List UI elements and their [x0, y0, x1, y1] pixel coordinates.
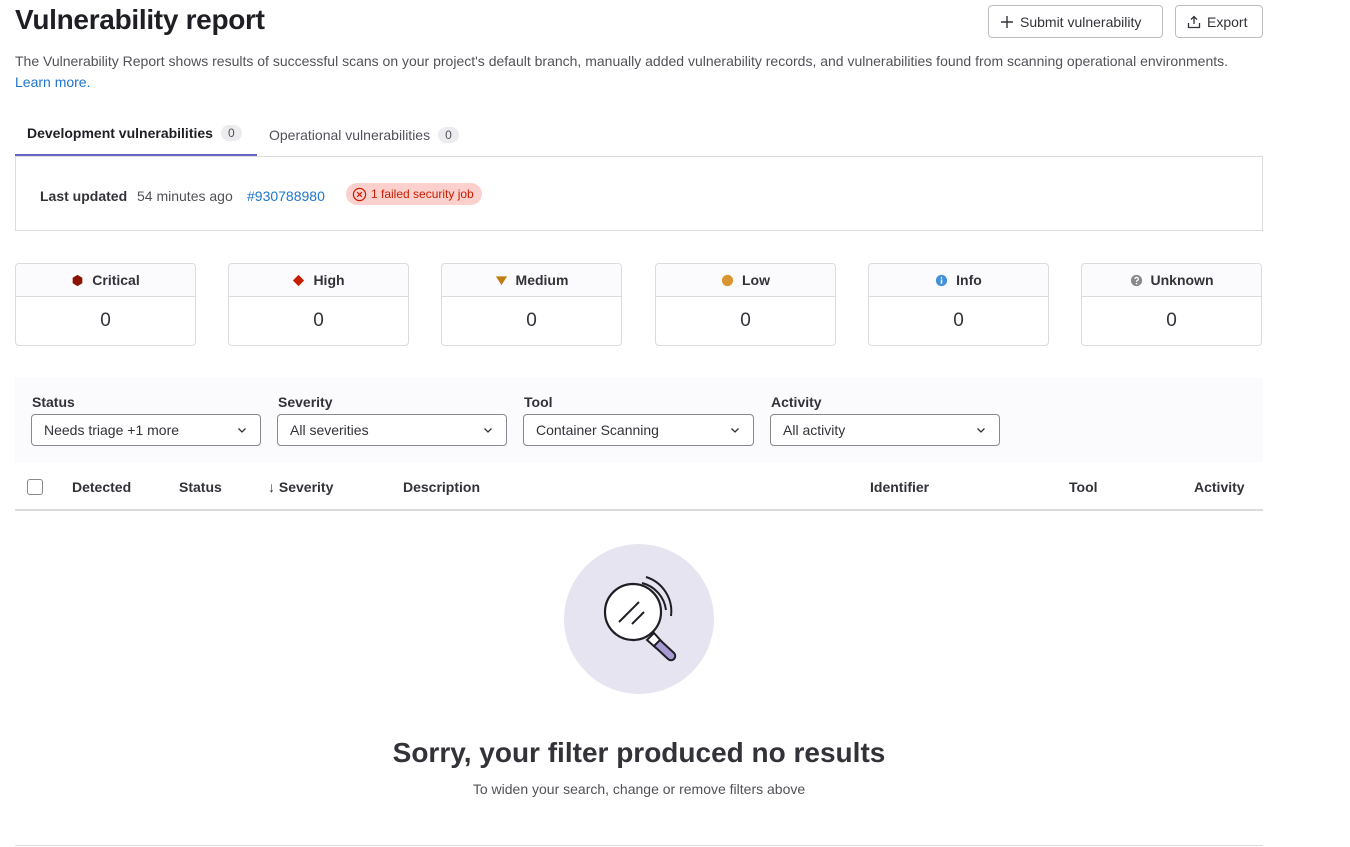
severity-label: Low	[742, 272, 770, 288]
column-severity[interactable]: ↓ Severity	[268, 479, 333, 495]
tab-count-badge: 0	[438, 126, 459, 143]
severity-label: Info	[956, 272, 982, 288]
column-tool[interactable]: Tool	[1069, 479, 1098, 495]
severity-count: 0	[1166, 310, 1177, 331]
column-description[interactable]: Description	[403, 479, 480, 495]
filter-value: Container Scanning	[536, 422, 659, 438]
pipeline-link[interactable]: #930788980	[247, 188, 325, 204]
filter-label: Activity	[771, 394, 822, 410]
severity-low-icon	[721, 274, 734, 286]
select-all-checkbox[interactable]	[27, 479, 43, 495]
severity-count: 0	[100, 310, 111, 331]
filter-value: All severities	[290, 422, 369, 438]
severity-high-icon	[293, 274, 305, 286]
column-activity[interactable]: Activity	[1194, 479, 1245, 495]
activity-filter-dropdown[interactable]: All activity	[770, 414, 1000, 446]
severity-count: 0	[740, 310, 751, 331]
page-title: Vulnerability report	[15, 4, 265, 35]
filter-activity: Activity All activity	[770, 394, 1000, 446]
learn-more-link[interactable]: Learn more.	[15, 74, 90, 90]
severity-card-unknown: Unknown 0	[1081, 263, 1262, 346]
tab-operational-vulnerabilities[interactable]: Operational vulnerabilities 0	[257, 112, 471, 157]
filter-severity: Severity All severities	[277, 394, 507, 446]
divider	[15, 845, 1263, 846]
severity-label: High	[313, 272, 345, 288]
submit-vulnerability-button[interactable]: Submit vulnerability	[988, 5, 1163, 38]
severity-unknown-icon	[1130, 274, 1142, 286]
error-circle-icon	[352, 187, 367, 201]
chevron-down-icon	[484, 428, 492, 433]
chevron-down-icon	[238, 428, 246, 433]
submit-vulnerability-label: Submit vulnerability	[1020, 13, 1142, 30]
chevron-down-icon	[977, 428, 985, 433]
column-status[interactable]: Status	[179, 479, 222, 495]
column-identifier[interactable]: Identifier	[870, 479, 929, 495]
filter-bar: Status Needs triage +1 more Severity All…	[15, 378, 1263, 462]
severity-label: Medium	[515, 272, 569, 288]
filter-value: All activity	[783, 422, 846, 438]
chevron-down-icon	[731, 428, 739, 433]
severity-label: Unknown	[1150, 272, 1214, 288]
sort-arrow-icon: ↓	[268, 479, 275, 495]
filter-value: Needs triage +1 more	[44, 422, 180, 438]
export-icon	[1187, 15, 1201, 28]
export-label: Export	[1207, 13, 1248, 30]
tool-filter-dropdown[interactable]: Container Scanning	[523, 414, 754, 446]
severity-card-info: Info 0	[868, 263, 1049, 346]
column-detected[interactable]: Detected	[72, 479, 131, 495]
filter-tool: Tool Container Scanning	[523, 394, 754, 446]
severity-card-high: High 0	[228, 263, 409, 346]
column-severity-label: Severity	[278, 479, 334, 495]
vulnerability-tabs: Development vulnerabilities 0 Operationa…	[15, 112, 1263, 157]
failed-badge-label: 1 failed security job	[371, 187, 474, 201]
severity-filter-dropdown[interactable]: All severities	[277, 414, 507, 446]
severity-card-critical: Critical 0	[15, 263, 196, 346]
filter-label: Status	[32, 394, 75, 410]
tab-label: Operational vulnerabilities	[269, 126, 431, 143]
page-description: The Vulnerability Report shows results o…	[15, 51, 1255, 93]
last-updated-label: Last updated	[40, 188, 128, 204]
severity-info-icon	[936, 274, 948, 286]
description-text: The Vulnerability Report shows results o…	[15, 53, 1229, 69]
severity-medium-icon	[495, 275, 507, 285]
empty-state-title: Sorry, your filter produced no results	[392, 737, 886, 768]
vulnerability-table-header: Detected Status ↓ Severity Description I…	[15, 463, 1263, 511]
magnifying-glass-icon	[603, 576, 677, 662]
severity-label: Critical	[92, 272, 140, 288]
severity-card-medium: Medium 0	[441, 263, 622, 346]
severity-critical-icon	[72, 274, 83, 286]
export-button[interactable]: Export	[1175, 5, 1263, 38]
empty-state-subtitle: To widen your search, change or remove f…	[472, 781, 806, 797]
tab-count-badge: 0	[220, 125, 242, 141]
severity-count: 0	[953, 310, 964, 331]
status-filter-dropdown[interactable]: Needs triage +1 more	[31, 414, 261, 446]
last-updated-panel: Last updated 54 minutes ago #930788980 1…	[15, 157, 1263, 231]
failed-security-job-badge[interactable]: 1 failed security job	[346, 183, 482, 205]
filter-label: Tool	[524, 394, 553, 410]
filter-label: Severity	[278, 394, 333, 410]
filter-status: Status Needs triage +1 more	[31, 394, 261, 446]
severity-count: 0	[313, 310, 324, 331]
tab-development-vulnerabilities[interactable]: Development vulnerabilities 0	[15, 112, 257, 156]
last-updated-time: 54 minutes ago	[137, 188, 233, 204]
tab-label: Development vulnerabilities	[27, 125, 213, 141]
plus-icon	[1001, 15, 1013, 28]
empty-state-illustration	[564, 544, 714, 694]
severity-count: 0	[526, 310, 537, 331]
severity-card-low: Low 0	[655, 263, 836, 346]
